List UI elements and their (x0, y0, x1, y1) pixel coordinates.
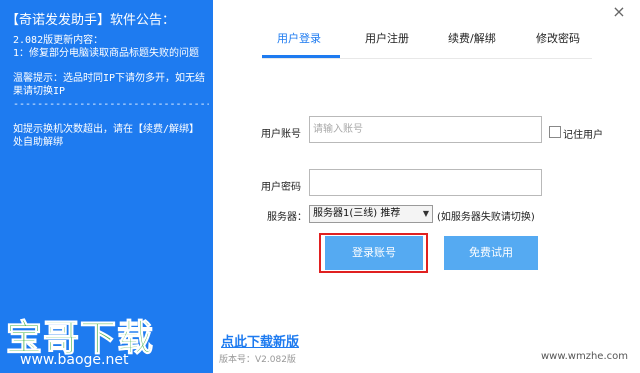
password-input[interactable] (309, 169, 542, 196)
remember-user-checkbox[interactable] (549, 126, 561, 138)
watermark: www.wmzhe.com (541, 351, 628, 362)
server-selected-value: 服务器1(三线) 推荐 (313, 208, 401, 219)
announcement-gap (13, 60, 209, 72)
announcement-panel: 【奇诺发发助手】软件公告： 2.082版更新内容： 1：修复部分电脑读取商品标题… (0, 0, 213, 373)
account-label: 用户账号 (261, 129, 301, 140)
chevron-down-icon: ▼ (422, 209, 429, 218)
announcement-title: 【奇诺发发助手】软件公告： (6, 13, 176, 28)
announcement-gap (13, 111, 209, 123)
site-logo-url: www.baoge.net (20, 352, 129, 368)
tab-bar: 用户登录 用户注册 续费/解绑 修改密码 (262, 30, 592, 56)
server-hint: (如服务器失败请切换) (437, 212, 535, 223)
tab-renew-unbind[interactable]: 续费/解绑 (448, 30, 496, 46)
server-select[interactable]: 服务器1(三线) 推荐 ▼ (309, 205, 433, 223)
login-button-highlight (319, 233, 428, 273)
tab-change-password[interactable]: 修改密码 (536, 30, 580, 46)
announcement-separator: -------------------------------------- (13, 99, 209, 110)
password-label: 用户密码 (261, 182, 301, 193)
account-input[interactable] (309, 116, 542, 143)
tab-register[interactable]: 用户注册 (365, 30, 409, 46)
remember-user-label: 记住用户 (563, 130, 603, 141)
download-new-version-link[interactable]: 点此下载新版 (221, 331, 299, 350)
version-label: 版本号：V2.082版 (219, 355, 296, 365)
free-trial-button[interactable]: 免费试用 (444, 236, 538, 270)
announcement-line: 如提示换机次数超出，请在【续费/解绑】处自助解绑 (13, 124, 200, 148)
announcement-line: 2.082版更新内容： (13, 35, 104, 46)
tab-divider (262, 58, 592, 59)
announcement-line: 1：修复部分电脑读取商品标题失败的问题 (13, 48, 200, 59)
announcement-line: 温馨提示：选品时同IP下请勿多开，如无结果请切换IP (13, 73, 206, 97)
server-label: 服务器： (267, 212, 307, 223)
close-icon[interactable]: × (610, 3, 628, 21)
announcement-body: 2.082版更新内容： 1：修复部分电脑读取商品标题失败的问题 温馨提示：选品时… (13, 34, 209, 149)
tab-login[interactable]: 用户登录 (277, 30, 321, 46)
